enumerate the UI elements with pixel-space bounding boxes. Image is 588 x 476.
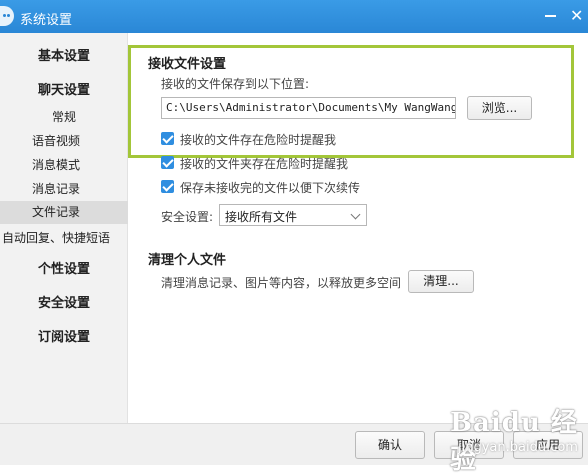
settings-panel: 接收文件设置 接收的文件保存到以下位置: C:\Users\Administra… <box>128 33 588 423</box>
clear-files-title: 清理个人文件 <box>148 253 227 268</box>
sidebar-item-basic[interactable]: 基本设置 <box>0 45 128 64</box>
receive-files-title: 接收文件设置 <box>148 57 227 72</box>
sidebar-item-auto-reply[interactable]: 自动回复、快捷短语 <box>0 229 130 247</box>
keep-incomplete-checkbox[interactable] <box>161 180 174 193</box>
sidebar-item-personalize[interactable]: 个性设置 <box>0 258 128 277</box>
warn-dangerous-file-checkbox[interactable] <box>161 132 174 145</box>
settings-sidebar: 基本设置 聊天设置 常规 语音视频 消息模式 消息记录 文件记录 自动回复、快捷… <box>0 33 128 423</box>
security-setting-value: 接收所有文件 <box>225 210 298 224</box>
dialog-footer: 确认 取消 应用 <box>0 423 588 465</box>
security-setting-select[interactable]: 接收所有文件 <box>219 204 367 226</box>
sidebar-item-chat[interactable]: 聊天设置 <box>0 79 128 98</box>
clear-files-description: 清理消息记录、图片等内容，以释放更多空间 <box>161 276 402 290</box>
confirm-button[interactable]: 确认 <box>355 431 425 459</box>
sidebar-item-voice-video[interactable]: 语音视频 <box>0 132 128 150</box>
clear-button[interactable]: 清理... <box>408 270 474 293</box>
chat-bubble-icon <box>0 6 14 26</box>
keep-incomplete-label: 保存未接收完的文件以便下次续传 <box>180 181 361 195</box>
sidebar-item-security[interactable]: 安全设置 <box>0 292 128 311</box>
save-location-label: 接收的文件保存到以下位置: <box>161 77 310 91</box>
close-icon[interactable]: ✕ <box>570 7 588 25</box>
sidebar-item-file-history[interactable]: 文件记录 <box>0 201 128 224</box>
sidebar-item-general[interactable]: 常规 <box>0 108 128 126</box>
cancel-button[interactable]: 取消 <box>434 431 504 459</box>
warn-dangerous-folder-label: 接收的文件夹存在危险时提醒我 <box>180 157 349 171</box>
minimize-icon[interactable] <box>545 15 556 17</box>
chevron-down-icon <box>350 209 361 220</box>
sidebar-item-message-mode[interactable]: 消息模式 <box>0 156 128 174</box>
sidebar-item-subscription[interactable]: 订阅设置 <box>0 326 128 345</box>
browse-button[interactable]: 浏览... <box>467 96 532 120</box>
warn-dangerous-file-label: 接收的文件存在危险时提醒我 <box>180 133 337 147</box>
sidebar-item-message-history[interactable]: 消息记录 <box>0 180 128 198</box>
window-title: 系统设置 <box>20 13 73 28</box>
save-path-input[interactable]: C:\Users\Administrator\Documents\My Wang… <box>161 97 456 119</box>
title-bar: 系统设置 ✕ <box>0 0 588 33</box>
apply-button[interactable]: 应用 <box>513 431 583 459</box>
warn-dangerous-folder-checkbox[interactable] <box>161 156 174 169</box>
security-setting-label: 安全设置: <box>161 210 214 224</box>
